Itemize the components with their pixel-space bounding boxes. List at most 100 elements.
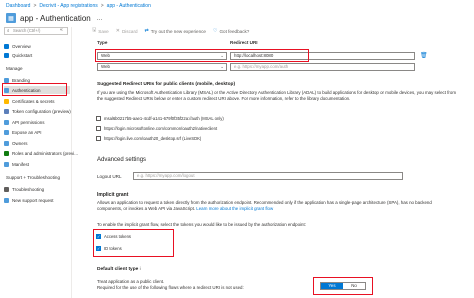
breadcrumb-current[interactable]: app - Authentication	[107, 3, 151, 9]
logout-url-placeholder: e.g. https://myapp.com/logout	[137, 173, 195, 178]
suggested-uri-msal[interactable]: msal6b0217b5-aae1-4cdf-a141-679f0f35f22a…	[96, 115, 224, 122]
suggested-uris-description: If you are using the Microsoft Authentic…	[97, 90, 456, 101]
checkbox[interactable]	[96, 116, 101, 121]
sidebar-item-label: Roles and administrators (previ...	[12, 150, 79, 156]
token-icon	[4, 108, 9, 114]
quickstart-icon	[4, 52, 9, 58]
section-label-support: Support + Troubleshooting	[6, 175, 61, 180]
app-registration-icon: ▦	[6, 13, 16, 23]
suggested-uri-label: https://login.live.com/oauth20_desktop.s…	[104, 136, 202, 141]
sidebar-item-label: Token configuration (preview)	[12, 108, 71, 114]
new-redirect-uri-placeholder: e.g. https://myapp.com/auth	[234, 64, 289, 69]
suggested-uri-nativeclient[interactable]: https://login.microsoftonline.com/common…	[96, 125, 217, 132]
sidebar-item-label: Expose an API	[12, 129, 42, 135]
feedback-button[interactable]: ♡ Got feedback?	[213, 28, 249, 34]
suggested-uri-livesdk[interactable]: https://login.live.com/oauth20_desktop.s…	[96, 135, 201, 142]
highlight-token-options	[93, 229, 174, 257]
flask-icon: ⇄	[144, 28, 149, 34]
highlight-redirect-row	[95, 49, 309, 62]
sidebar-item-token-configuration[interactable]: Token configuration (preview)	[4, 107, 71, 115]
page-header: ▦ app - Authentication ...	[6, 11, 103, 25]
sidebar-item-new-support-request[interactable]: New support request	[4, 196, 70, 204]
breadcrumb-dashboard[interactable]: Dashboard	[6, 3, 30, 9]
sidebar-item-label: Manifest	[12, 161, 30, 167]
search-placeholder: Search (Ctrl+/)	[13, 28, 41, 33]
cloud-icon	[4, 129, 9, 135]
public-client-text: Treat application as a public client. Re…	[97, 279, 457, 290]
suggested-uris-heading: Suggested Redirect URIs for public clien…	[97, 82, 236, 87]
discard-label: Discard	[121, 28, 138, 34]
discard-button[interactable]: ✕ Discard	[116, 28, 138, 34]
sidebar-item-expose-api[interactable]: Expose an API	[4, 128, 70, 136]
overview-icon	[4, 43, 9, 49]
try-new-experience-button[interactable]: ⇄ Try out the new experience	[145, 28, 206, 34]
manifest-icon	[4, 161, 9, 167]
default-client-type-label: Default client type	[97, 267, 139, 272]
sidebar-item-label: Overview	[12, 43, 31, 49]
new-redirect-uri-input[interactable]: e.g. https://myapp.com/auth	[230, 63, 415, 71]
logout-url-label: Logout URL	[97, 174, 122, 179]
more-options-button[interactable]: ...	[97, 15, 103, 22]
breadcrumb: Dashboard > Decrivit - App registrations…	[6, 2, 151, 10]
sidebar: ⌕ Search (Ctrl+/) « Overview Quickstart …	[0, 27, 78, 298]
close-icon: ✕	[115, 28, 120, 34]
section-label-manage: Manage	[6, 66, 23, 71]
sidebar-item-certificates[interactable]: Certificates & secrets	[4, 97, 70, 105]
highlight-authentication	[2, 83, 67, 96]
search-input[interactable]: ⌕ Search (Ctrl+/)	[4, 27, 68, 35]
key-icon	[4, 98, 9, 104]
sidebar-item-api-permissions[interactable]: API permissions	[4, 118, 70, 126]
column-header-redirect-uri: Redirect URI	[230, 40, 258, 45]
save-button[interactable]: 🖫 Save	[92, 27, 109, 35]
logout-url-input[interactable]: e.g. https://myapp.com/logout	[133, 172, 403, 180]
page-title: app - Authentication	[20, 13, 91, 23]
save-icon: 🖫	[92, 27, 97, 33]
api-permissions-icon	[4, 119, 9, 125]
suggested-uri-label: https://login.microsoftonline.com/common…	[104, 126, 218, 131]
sidebar-item-label: Certificates & secrets	[12, 98, 55, 104]
toolbar: 🖫 Save ✕ Discard ⇄ Try out the new experien…	[92, 26, 249, 36]
advanced-settings-heading: Advanced settings	[97, 157, 147, 163]
collapse-sidebar-button[interactable]: «	[60, 27, 63, 33]
checkbox[interactable]	[96, 126, 101, 131]
sidebar-item-overview[interactable]: Overview	[4, 42, 70, 50]
column-header-type: Type	[97, 40, 108, 45]
try-new-label: Try out the new experience	[150, 28, 206, 34]
highlight-client-toggle	[313, 277, 373, 295]
sidebar-item-label: Quickstart	[12, 52, 33, 58]
breadcrumb-separator: >	[100, 3, 104, 9]
roles-icon	[4, 150, 9, 156]
sidebar-item-manifest[interactable]: Manifest	[4, 160, 70, 168]
default-client-type-heading: Default client type i	[97, 267, 141, 272]
sidebar-item-label: Troubleshooting	[12, 186, 45, 192]
breadcrumb-app-registrations[interactable]: Decrivit - App registrations	[39, 3, 97, 9]
feedback-label: Got feedback?	[219, 28, 250, 34]
suggested-uri-label: msal6b0217b5-aae1-4cdf-a141-679f0f35f22a…	[104, 116, 224, 121]
sidebar-item-owners[interactable]: Owners	[4, 139, 70, 147]
sidebar-item-label: Owners	[12, 140, 28, 146]
save-label: Save	[98, 28, 109, 34]
wrench-icon	[4, 186, 9, 192]
search-icon: ⌕	[7, 28, 10, 33]
new-redirect-type-select[interactable]: Web ⌄	[97, 63, 227, 71]
trash-icon[interactable]: 🗑	[420, 52, 428, 59]
implicit-grant-heading: Implicit grant	[97, 192, 129, 198]
heart-icon: ♡	[212, 28, 218, 34]
chevron-down-icon: ⌄	[220, 64, 224, 69]
public-client-line-2: Required for the use of the following fl…	[97, 284, 244, 290]
sidebar-item-label: New support request	[12, 197, 54, 203]
sidebar-item-label: Branding	[12, 77, 31, 83]
info-icon: i	[139, 267, 141, 272]
new-redirect-type-value: Web	[101, 64, 110, 69]
implicit-grant-description: Allows an application to request a token…	[97, 200, 457, 211]
sidebar-item-roles[interactable]: Roles and administrators (previ...	[4, 149, 78, 157]
breadcrumb-separator: >	[33, 3, 37, 9]
checkbox[interactable]	[96, 136, 101, 141]
sidebar-item-troubleshooting[interactable]: Troubleshooting	[4, 185, 70, 193]
sidebar-item-quickstart[interactable]: Quickstart	[4, 51, 70, 59]
branding-icon	[4, 77, 9, 83]
owners-icon	[4, 140, 9, 146]
implicit-grant-learn-more-link[interactable]: Learn more about the implicit grant flow	[196, 206, 273, 211]
implicit-grant-prompt: To enable the implicit grant flow, selec…	[97, 222, 306, 227]
sidebar-item-label: API permissions	[12, 119, 45, 125]
